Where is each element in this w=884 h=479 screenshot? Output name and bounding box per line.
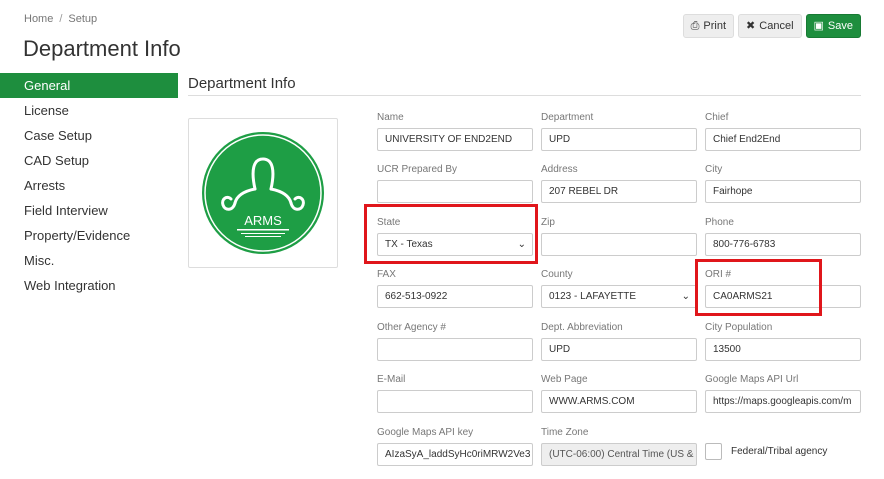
save-label: Save (827, 20, 853, 32)
city-input[interactable]: Fairhope (705, 180, 861, 203)
logo-text: ARMS (244, 213, 282, 228)
chief-field: Chief Chief End2End (705, 111, 861, 151)
breadcrumb: Home / Setup (24, 13, 97, 25)
sidebar-item-general[interactable]: General (0, 73, 178, 98)
address-input[interactable]: 207 REBEL DR (541, 180, 697, 203)
ucr-prepared-by-field: UCR Prepared By (377, 163, 533, 203)
cancel-label: Cancel (759, 20, 794, 32)
county-value: 0123 - LAFAYETTE (549, 291, 637, 302)
cancel-button[interactable]: ✖ Cancel (738, 14, 802, 38)
maps-api-url-label: Google Maps API Url (705, 374, 799, 385)
county-label: County (541, 269, 573, 280)
toolbar: ⎙ Print ✖ Cancel ▣ Save (682, 14, 861, 38)
maps-api-url-input[interactable]: https://maps.googleapis.com/m (705, 390, 861, 413)
ucr-prepared-by-label: UCR Prepared By (377, 164, 458, 175)
maps-api-key-label: Google Maps API key (377, 427, 474, 438)
phone-label: Phone (705, 217, 734, 228)
web-page-field: Web Page WWW.ARMS.COM (541, 373, 697, 413)
federal-tribal-option: Federal/Tribal agency (705, 443, 827, 460)
county-select[interactable]: 0123 - LAFAYETTE ⌄ (541, 285, 697, 308)
name-input[interactable]: UNIVERSITY OF END2END (377, 128, 533, 151)
maps-api-key-input[interactable]: AIzaSyA_laddSyHc0riMRW2Ve3 (377, 443, 533, 466)
chevron-down-icon: ⌄ (517, 239, 526, 250)
city-label: City (705, 164, 723, 175)
ori-label: ORI # (705, 269, 732, 280)
arms-logo: ARMS (202, 132, 324, 254)
breadcrumb-current: Setup (68, 13, 98, 25)
chief-input[interactable]: Chief End2End (705, 128, 861, 151)
zip-field: Zip (541, 216, 697, 256)
logo-card[interactable]: ARMS (188, 118, 338, 268)
section-divider (188, 95, 861, 96)
time-zone-field: Time Zone (UTC-06:00) Central Time (US & (541, 426, 697, 466)
federal-tribal-checkbox[interactable] (705, 443, 722, 460)
printer-icon: ⎙ (690, 19, 700, 32)
city-population-input[interactable]: 13500 (705, 338, 861, 361)
state-label: State (377, 217, 401, 228)
sidebar-item-cad-setup[interactable]: CAD Setup (0, 148, 178, 173)
address-label: Address (541, 164, 578, 175)
save-icon: ▣ (813, 19, 824, 32)
section-title: Department Info (188, 75, 296, 92)
name-label: Name (377, 112, 404, 123)
sidebar-item-web-integration[interactable]: Web Integration (0, 273, 178, 298)
sidebar-item-misc[interactable]: Misc. (0, 248, 178, 273)
phone-input[interactable]: 800-776-6783 (705, 233, 861, 256)
other-agency-label: Other Agency # (377, 322, 446, 333)
breadcrumb-separator: / (59, 13, 63, 25)
zip-label: Zip (541, 217, 555, 228)
time-zone-label: Time Zone (541, 427, 589, 438)
state-field: State TX - Texas ⌄ (377, 216, 533, 256)
sidebar: General License Case Setup CAD Setup Arr… (0, 73, 178, 298)
city-population-field: City Population 13500 (705, 321, 861, 361)
dept-abbrev-field: Dept. Abbreviation UPD (541, 321, 697, 361)
department-field: Department UPD (541, 111, 697, 151)
dept-abbrev-input[interactable]: UPD (541, 338, 697, 361)
email-label: E-Mail (377, 374, 406, 385)
chevron-down-icon: ⌄ (681, 291, 690, 302)
time-zone-input: (UTC-06:00) Central Time (US & (541, 443, 697, 466)
breadcrumb-home[interactable]: Home (24, 13, 53, 25)
name-field: Name UNIVERSITY OF END2END (377, 111, 533, 151)
ori-field: ORI # CA0ARMS21 (705, 268, 861, 308)
print-button[interactable]: ⎙ Print (682, 14, 735, 38)
maps-api-url-field: Google Maps API Url https://maps.googlea… (705, 373, 861, 413)
department-input[interactable]: UPD (541, 128, 697, 151)
other-agency-field: Other Agency # (377, 321, 533, 361)
sidebar-item-license[interactable]: License (0, 98, 178, 123)
federal-tribal-label: Federal/Tribal agency (731, 446, 828, 457)
fax-label: FAX (377, 269, 396, 280)
page-title: Department Info (23, 36, 181, 61)
web-page-label: Web Page (541, 374, 588, 385)
sidebar-item-arrests[interactable]: Arrests (0, 173, 178, 198)
close-icon: ✖ (746, 19, 756, 32)
sidebar-item-property-evidence[interactable]: Property/Evidence (0, 223, 178, 248)
save-button[interactable]: ▣ Save (805, 14, 861, 38)
city-population-label: City Population (705, 322, 773, 333)
city-field: City Fairhope (705, 163, 861, 203)
county-field: County 0123 - LAFAYETTE ⌄ (541, 268, 697, 308)
email-input[interactable] (377, 390, 533, 413)
maps-api-key-field: Google Maps API key AIzaSyA_laddSyHc0riM… (377, 426, 533, 466)
address-field: Address 207 REBEL DR (541, 163, 697, 203)
state-value: TX - Texas (385, 239, 433, 250)
state-select[interactable]: TX - Texas ⌄ (377, 233, 533, 256)
fax-input[interactable]: 662-513-0922 (377, 285, 533, 308)
zip-input[interactable] (541, 233, 697, 256)
chief-label: Chief (705, 112, 729, 123)
ucr-prepared-by-input[interactable] (377, 180, 533, 203)
phone-field: Phone 800-776-6783 (705, 216, 861, 256)
print-label: Print (703, 20, 727, 32)
fax-field: FAX 662-513-0922 (377, 268, 533, 308)
dept-abbrev-label: Dept. Abbreviation (541, 322, 623, 333)
web-page-input[interactable]: WWW.ARMS.COM (541, 390, 697, 413)
other-agency-input[interactable] (377, 338, 533, 361)
email-field: E-Mail (377, 373, 533, 413)
ori-input[interactable]: CA0ARMS21 (705, 285, 861, 308)
sidebar-item-field-interview[interactable]: Field Interview (0, 198, 178, 223)
sidebar-item-case-setup[interactable]: Case Setup (0, 123, 178, 148)
department-label: Department (541, 112, 594, 123)
